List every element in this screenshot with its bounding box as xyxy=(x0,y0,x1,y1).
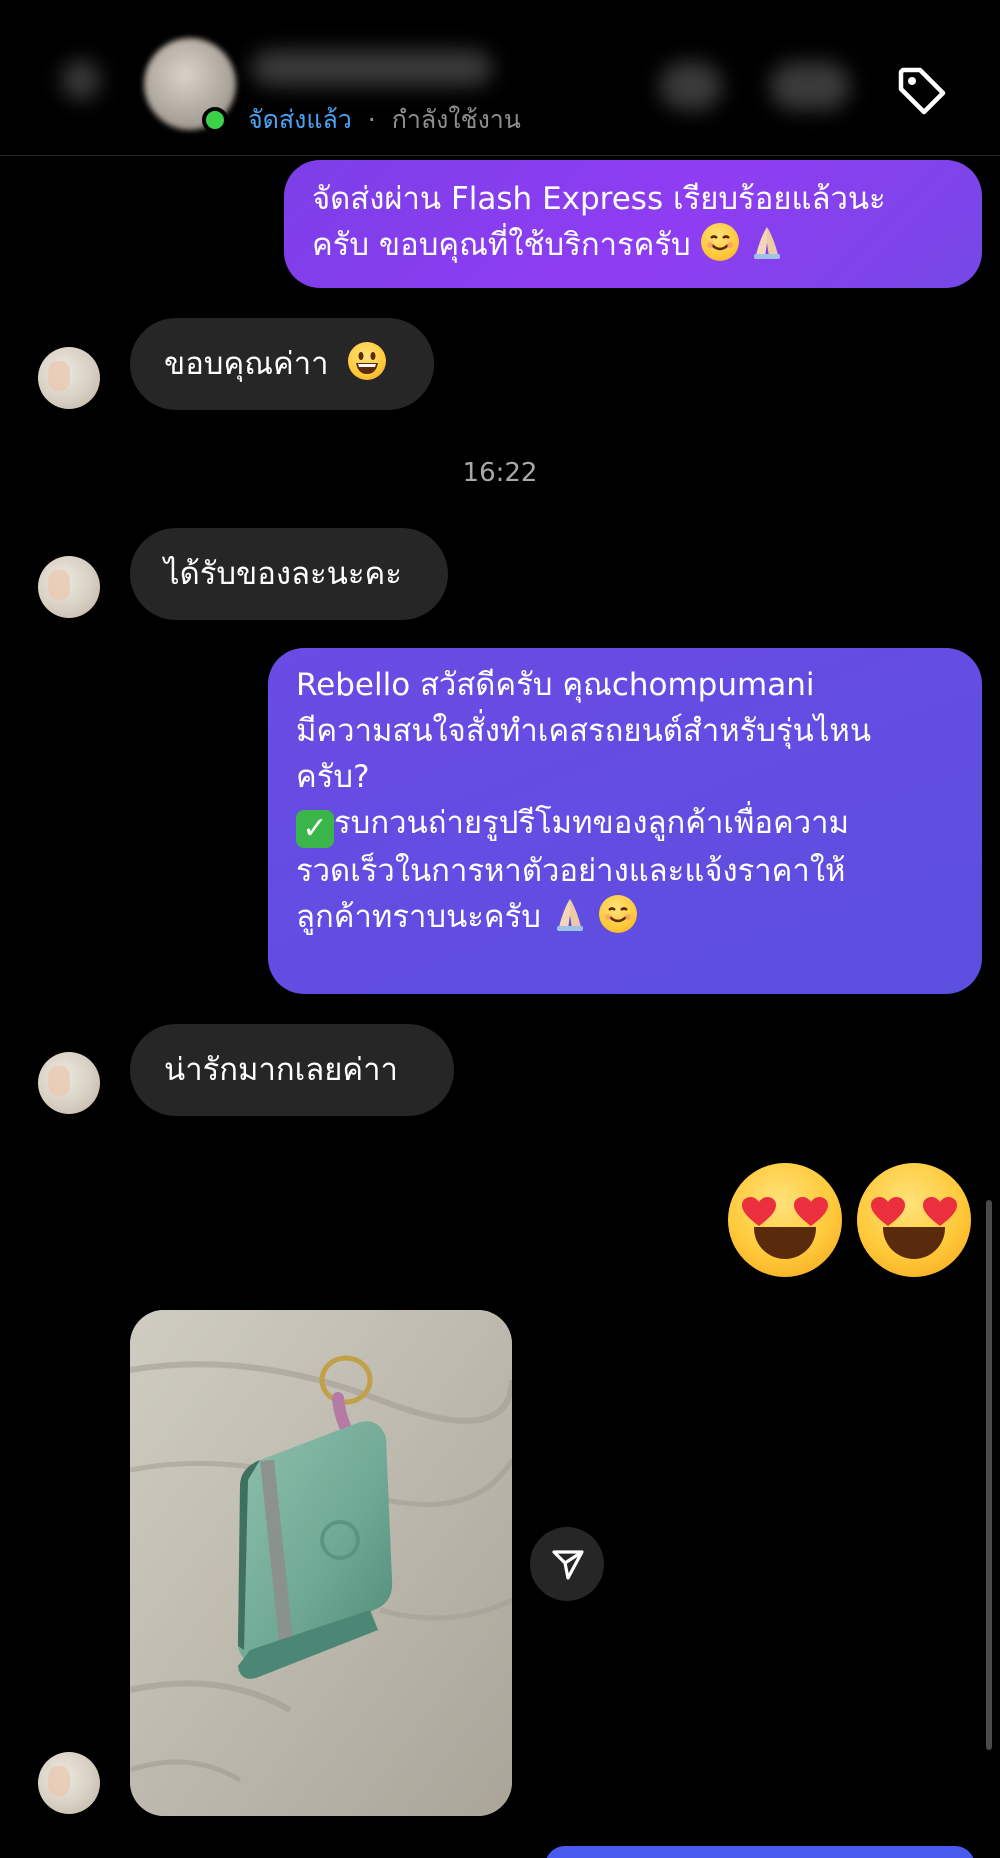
folded-hands-icon xyxy=(748,223,786,261)
contact-status: จัดส่งแล้ว · กำลังใช้งาน xyxy=(248,100,521,140)
chat-header: จัดส่งแล้ว · กำลังใช้งาน xyxy=(0,0,1000,156)
message-text: น่ารักมากเลยค่าา xyxy=(164,1052,398,1088)
check-mark-icon: ✓ xyxy=(296,810,334,848)
message-outgoing[interactable]: จัดส่งผ่าน Flash Express เรียบร้อยแล้วนะ… xyxy=(284,160,982,288)
call-button[interactable] xyxy=(660,62,722,110)
sender-avatar[interactable] xyxy=(38,1752,100,1814)
message-incoming[interactable]: ได้รับของละนะคะ xyxy=(130,528,448,620)
online-indicator xyxy=(202,107,228,133)
sender-avatar[interactable] xyxy=(38,556,100,618)
message-outgoing[interactable]: Rebello สวัสดีครับ คุณchompumani มีความส… xyxy=(268,648,982,994)
photo-message[interactable] xyxy=(130,1310,512,1816)
message-timestamp: 16:22 xyxy=(462,458,538,488)
message-outgoing-partial[interactable] xyxy=(545,1846,975,1858)
smiling-face-with-heart-eyes-icon[interactable] xyxy=(728,1163,842,1277)
share-button[interactable] xyxy=(530,1527,604,1601)
message-incoming[interactable]: น่ารักมากเลยค่าา xyxy=(130,1024,454,1116)
smiling-face-icon xyxy=(598,895,637,933)
message-text: ขอบคุณค่าา xyxy=(164,346,329,382)
status-delivered: จัดส่งแล้ว xyxy=(248,105,352,134)
tag-icon[interactable] xyxy=(893,62,951,120)
smiling-face-with-heart-eyes-icon[interactable] xyxy=(857,1163,971,1277)
message-line: Rebello สวัสดีครับ คุณchompumani xyxy=(296,667,815,703)
status-separator: · xyxy=(367,105,376,134)
message-line: ลูกค้าทราบนะครับ xyxy=(296,899,541,935)
message-line: ครับ? xyxy=(296,759,370,795)
sender-avatar[interactable] xyxy=(38,347,100,409)
smiling-face-icon xyxy=(700,223,739,261)
message-line: ครับ ขอบคุณที่ใช้บริการครับ xyxy=(312,227,691,263)
message-line: รบกวนถ่ายรูปรีโมทของลูกค้าเพื่อความ xyxy=(334,805,850,841)
folded-hands-icon xyxy=(551,895,589,933)
contact-name-blurred[interactable] xyxy=(252,50,492,86)
video-call-button[interactable] xyxy=(770,62,850,110)
scrollbar[interactable] xyxy=(986,1200,992,1750)
message-line: มีความสนใจสั่งทำเคสรถยนต์สำหรับรุ่นไหน xyxy=(296,713,872,749)
message-line: รวดเร็วในการหาตัวอย่างและแจ้งราคาให้ xyxy=(296,853,846,889)
message-incoming[interactable]: ขอบคุณค่าา xyxy=(130,318,434,410)
grinning-face-icon xyxy=(348,342,387,380)
message-text: ได้รับของละนะคะ xyxy=(164,556,402,592)
back-button[interactable] xyxy=(62,60,100,100)
car-key-case-photo xyxy=(130,1310,512,1816)
status-active: กำลังใช้งาน xyxy=(391,105,521,134)
message-line: จัดส่งผ่าน Flash Express เรียบร้อยแล้วนะ xyxy=(312,181,886,217)
sender-avatar[interactable] xyxy=(38,1052,100,1114)
paper-plane-icon xyxy=(552,1550,584,1580)
